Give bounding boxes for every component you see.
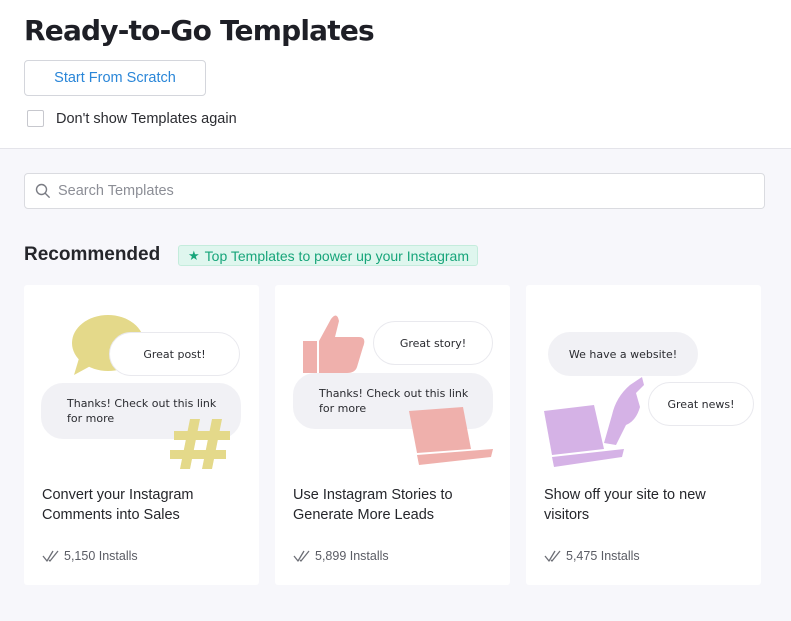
installs-label: 5,899 Installs xyxy=(315,549,389,563)
installs-label: 5,150 Installs xyxy=(64,549,138,563)
card-illustration: Great post! Thanks! Check out this link … xyxy=(24,285,259,477)
laptop-icon xyxy=(409,407,493,465)
card-title: Show off your site to new visitors xyxy=(544,487,706,523)
installs-count: 5,150 Installs xyxy=(42,549,138,563)
start-from-scratch-button[interactable]: Start From Scratch xyxy=(24,60,206,96)
chat-bubble: Great news! xyxy=(648,382,754,426)
check-icon xyxy=(544,550,561,562)
card-title: Convert your Instagram Comments into Sal… xyxy=(42,487,194,523)
chat-bubble: Great post! xyxy=(109,332,240,376)
recommended-badge: ★ Top Templates to power up your Instagr… xyxy=(178,245,478,266)
recommended-badge-label: Top Templates to power up your Instagram xyxy=(204,247,469,264)
check-icon xyxy=(42,550,59,562)
template-card[interactable]: Great story! Thanks! Check out this link… xyxy=(275,285,510,585)
star-icon: ★ xyxy=(188,247,200,263)
installs-count: 5,475 Installs xyxy=(544,549,640,563)
thumbs-up-icon xyxy=(303,315,365,373)
dont-show-label[interactable]: Don't show Templates again xyxy=(56,111,237,127)
search-input[interactable] xyxy=(58,183,738,199)
chat-bubble: We have a website! xyxy=(548,332,698,376)
card-illustration: We have a website! Great news! xyxy=(526,285,761,477)
chat-bubble: Great story! xyxy=(373,321,493,365)
hashtag-icon xyxy=(170,419,230,469)
dont-show-checkbox[interactable] xyxy=(27,110,44,127)
search-icon xyxy=(35,183,50,198)
template-card[interactable]: Great post! Thanks! Check out this link … xyxy=(24,285,259,585)
page-title: Ready-to-Go Templates xyxy=(24,14,375,47)
header-panel: Ready-to-Go Templates Start From Scratch… xyxy=(0,0,791,149)
installs-count: 5,899 Installs xyxy=(293,549,389,563)
installs-label: 5,475 Installs xyxy=(566,549,640,563)
dont-show-row: Don't show Templates again xyxy=(27,110,237,127)
check-icon xyxy=(293,550,310,562)
card-illustration: Great story! Thanks! Check out this link… xyxy=(275,285,510,477)
card-title: Use Instagram Stories to Generate More L… xyxy=(293,487,453,523)
template-card[interactable]: We have a website! Great news! Show off … xyxy=(526,285,761,585)
laptop-icon xyxy=(544,405,624,467)
recommended-heading: Recommended xyxy=(24,244,161,265)
search-bar[interactable] xyxy=(24,173,765,209)
